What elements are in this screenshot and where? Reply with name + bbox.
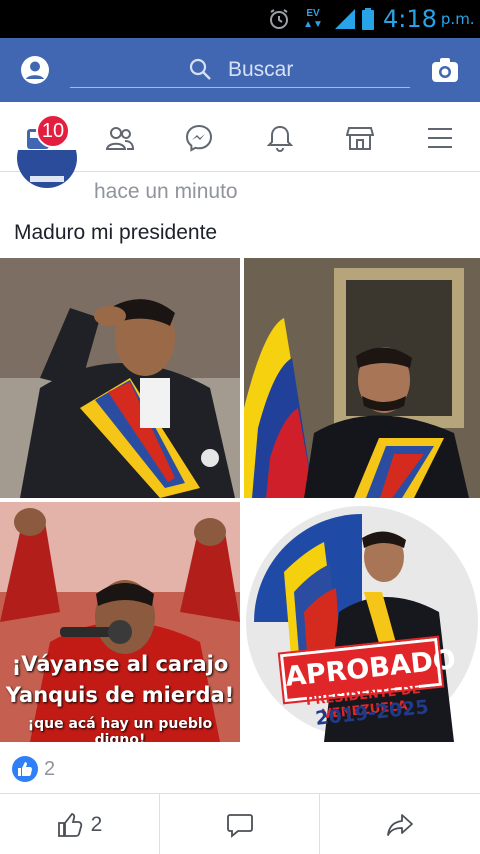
signal-icon <box>333 0 359 38</box>
post-photo-4[interactable]: 10 DE ENERO APROBADO PRESIDENTE DE VENEZ… <box>244 502 480 742</box>
post-timestamp[interactable]: hace un minuto <box>94 180 238 204</box>
post-photo-3[interactable]: ¡Váyanse al carajo Yanquis de mierda! ¡q… <box>0 502 240 742</box>
like-count: 2 <box>90 812 103 836</box>
post-text: Maduro mi presidente <box>14 221 218 244</box>
notification-badge: 10 <box>36 114 70 148</box>
alarm-icon <box>267 0 293 38</box>
post-photo-2[interactable] <box>244 258 480 498</box>
post-photo-1[interactable] <box>0 258 240 498</box>
avatar[interactable] <box>16 150 78 188</box>
comment-button[interactable] <box>160 794 320 854</box>
messenger-icon <box>185 124 213 152</box>
reaction-count: 2 <box>44 757 56 780</box>
network-type: EV ▲▼ <box>303 8 323 30</box>
post-action-bar: 2 <box>0 793 480 854</box>
marketplace-icon <box>346 127 374 150</box>
bell-icon <box>267 125 293 152</box>
top-bar: Buscar <box>0 38 480 102</box>
like-reaction-icon <box>12 756 38 782</box>
search-placeholder: Buscar <box>228 58 294 81</box>
search-icon <box>188 57 212 81</box>
tab-notifications[interactable] <box>262 120 298 156</box>
caption-line-1: ¡Váyanse al carajo <box>11 652 229 676</box>
reactions-summary[interactable]: 2 <box>12 756 55 782</box>
friends-icon <box>105 127 135 150</box>
search-input[interactable]: Buscar <box>70 50 410 88</box>
caption-line-3: ¡que acá hay un pueblo digno! <box>27 716 213 742</box>
share-button[interactable] <box>320 794 480 854</box>
hamburger-menu-icon <box>428 128 452 148</box>
camera-icon[interactable] <box>430 56 460 84</box>
tab-menu[interactable] <box>422 120 458 156</box>
profile-icon[interactable] <box>20 55 50 85</box>
tab-friends[interactable] <box>102 120 138 156</box>
tab-marketplace[interactable] <box>342 120 378 156</box>
battery-icon <box>362 0 376 38</box>
status-bar: EV ▲▼ 4:18 p.m. <box>0 0 480 38</box>
tab-messenger[interactable] <box>181 120 217 156</box>
comment-icon <box>226 813 253 838</box>
clock: 4:18 p.m. <box>383 5 475 33</box>
thumbs-up-icon <box>57 812 82 837</box>
share-icon <box>387 813 413 836</box>
caption-line-2: Yanquis de mierda! <box>5 683 235 707</box>
like-button[interactable]: 2 <box>0 794 160 854</box>
